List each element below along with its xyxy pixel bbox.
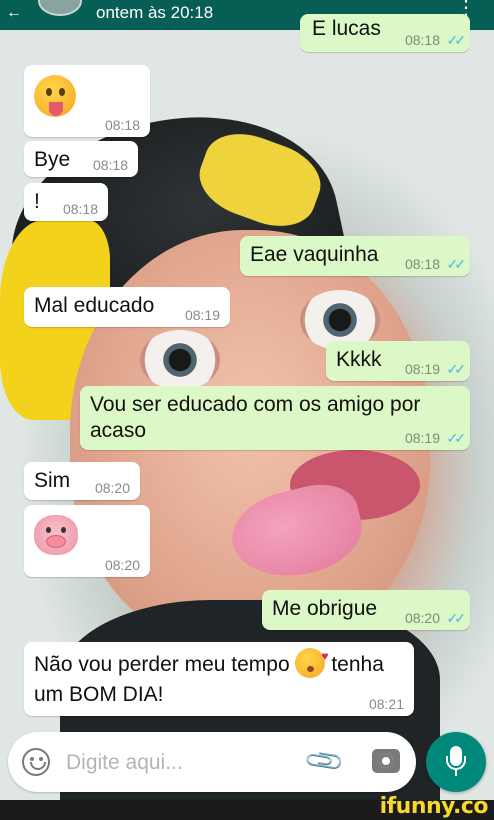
message-text: Kkkk	[336, 348, 382, 371]
message-text: Mal educado	[34, 294, 155, 317]
message-time: 08:20	[104, 557, 140, 573]
face-blowing-kiss-icon: ♥	[295, 648, 328, 678]
message-text: !	[34, 190, 40, 213]
message-bubble-in[interactable]: 08:20	[24, 505, 150, 577]
message-composer: 📎	[8, 732, 416, 792]
message-time: 08:18	[404, 256, 440, 272]
message-text: E lucas	[312, 17, 381, 40]
arrow-left-icon[interactable]: ←	[6, 4, 22, 22]
wallpaper-eye-left	[140, 330, 220, 390]
message-bubble-in[interactable]: ! 08:18	[24, 183, 108, 221]
pig-face-icon	[34, 515, 78, 555]
face-with-tongue-icon	[34, 75, 76, 117]
message-bubble-out[interactable]: Me obrigue 08:20 ✓✓	[262, 590, 470, 630]
message-text: Sim	[34, 469, 71, 492]
more-vertical-icon[interactable]: ⋮	[456, 0, 476, 18]
message-time: 08:20	[94, 480, 130, 496]
message-time: 08:19	[184, 307, 220, 323]
message-bubble-in[interactable]: 08:18	[24, 65, 150, 137]
message-text: Bye	[34, 148, 71, 171]
message-bubble-out[interactable]: Kkkk 08:19 ✓✓	[326, 341, 470, 381]
contact-avatar[interactable]	[38, 0, 82, 16]
message-text: Vou ser educado com os amigo por acaso	[90, 393, 421, 442]
message-bubble-in[interactable]: Não vou perder meu tempo ♥ tenha um BOM …	[24, 642, 414, 716]
microphone-stand	[446, 756, 466, 770]
double-check-icon: ✓✓	[446, 256, 467, 272]
double-check-icon: ✓✓	[446, 32, 467, 48]
camera-icon[interactable]	[372, 749, 400, 773]
message-time: 08:18	[62, 201, 98, 217]
message-input[interactable]	[66, 748, 286, 778]
microphone-base	[455, 770, 457, 776]
paperclip-icon[interactable]: 📎	[302, 739, 346, 783]
message-time: 08:19	[404, 430, 440, 446]
last-seen-status: ontem às 20:18	[96, 3, 214, 22]
message-time: 08:21	[368, 696, 404, 712]
double-check-icon: ✓✓	[446, 430, 467, 446]
message-text: Me obrigue	[272, 597, 378, 620]
message-bubble-in[interactable]: Sim 08:20	[24, 462, 140, 500]
message-time: 08:19	[404, 361, 440, 377]
message-bubble-out[interactable]: Eae vaquinha 08:18 ✓✓	[240, 236, 470, 276]
message-time: 08:18	[92, 157, 128, 173]
double-check-icon: ✓✓	[446, 610, 467, 626]
message-text-before: Não vou perder meu tempo	[34, 653, 290, 676]
microphone-button[interactable]	[426, 732, 486, 792]
message-text: Eae vaquinha	[250, 243, 379, 266]
message-time: 08:18	[404, 32, 440, 48]
message-bubble-in[interactable]: Bye 08:18	[24, 141, 138, 177]
message-bubble-out[interactable]: E lucas 08:18 ✓✓	[300, 14, 470, 52]
message-time: 08:18	[104, 117, 140, 133]
double-check-icon: ✓✓	[446, 361, 467, 377]
message-bubble-in[interactable]: Mal educado 08:19	[24, 287, 230, 327]
smiley-icon[interactable]	[22, 748, 50, 776]
ifunny-watermark: ifunny.co	[379, 794, 489, 819]
message-bubble-out[interactable]: Vou ser educado com os amigo por acaso 0…	[80, 386, 470, 450]
message-time: 08:20	[404, 610, 440, 626]
message-text: Não vou perder meu tempo ♥ tenha um BOM …	[34, 648, 404, 710]
